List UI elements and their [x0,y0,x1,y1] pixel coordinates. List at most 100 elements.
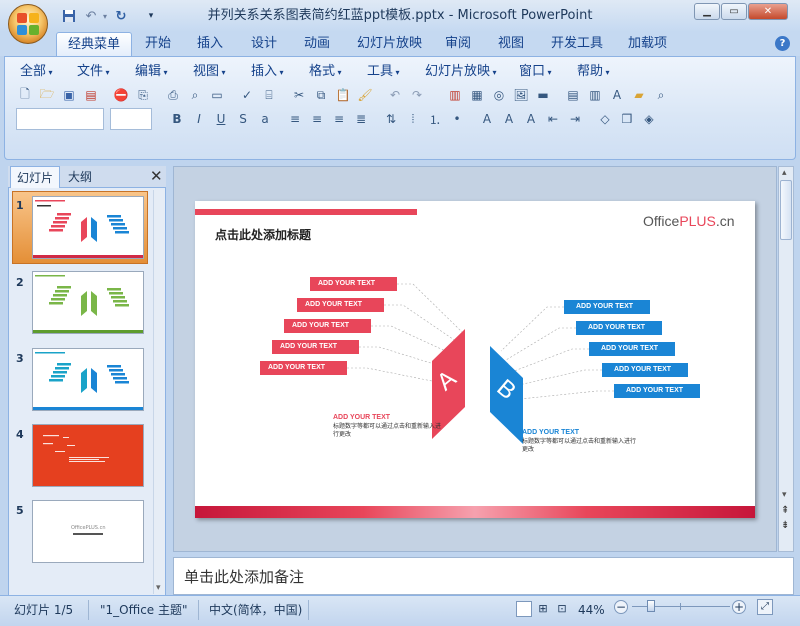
undo-icon[interactable]: ↶ [384,84,406,106]
clip-art-icon[interactable]: 🖼 [510,84,532,106]
zoom-level[interactable]: 44% [578,599,605,621]
slideshow-view-icon[interactable]: ⊡ [554,601,570,617]
left-label-4[interactable]: ADD YOUR TEXT [272,340,359,354]
close-pane-icon[interactable]: ✕ [150,168,164,184]
align-right-icon[interactable]: ≡ [328,108,350,130]
caption-a-body[interactable]: 标题数字等都可以通过点击和重新输入进行更改 [333,423,443,439]
text-box-icon[interactable]: A [606,84,628,106]
page-setup-icon[interactable]: ▭ [206,84,228,106]
language-indicator[interactable]: 中文(简体，中国) [209,599,302,621]
previous-slide-icon[interactable]: ⇞ [781,505,789,516]
insert-table-icon[interactable]: ▦ [466,84,488,106]
tab-view[interactable]: 视图 [487,32,535,56]
tab-slideshow[interactable]: 幻灯片放映 [346,32,433,56]
layout-icon[interactable]: ▥ [584,84,606,106]
tab-addins[interactable]: 加载项 [617,32,678,56]
slide-thumbnail-3[interactable] [32,348,144,411]
menu-all[interactable]: 全部 [20,63,53,81]
char-spacing-icon[interactable]: a [254,108,276,130]
left-label-3[interactable]: ADD YOUR TEXT [284,319,371,333]
menu-help[interactable]: 帮助 [577,63,610,81]
tab-slides[interactable]: 幻灯片 [10,166,61,188]
maximize-button[interactable]: ▭ [721,3,747,20]
format-painter-icon[interactable]: 🖌 [354,84,376,106]
menu-slideshow[interactable]: 幻灯片放映 [425,63,497,81]
numbering-icon[interactable]: ⒈ [424,108,446,130]
caption-a-title[interactable]: ADD YOUR TEXT [333,414,390,421]
font-name-combo[interactable] [16,108,104,130]
font-size-combo[interactable] [110,108,152,130]
redo-icon[interactable]: ↻ [112,7,130,25]
research-icon[interactable]: ⌸ [258,84,280,106]
right-label-5[interactable]: ADD YOUR TEXT [614,384,700,398]
slide-canvas[interactable]: 点击此处添加标题 OfficePLUS.cn A B ADD YOUR TEXT… [195,201,755,518]
permission-icon[interactable]: ⛔ [110,84,132,106]
bullets-icon[interactable]: • [446,108,468,130]
arrange-icon[interactable]: ❒ [616,108,638,130]
scroll-up-arrow-icon[interactable]: ▴ [782,168,787,178]
bold-icon[interactable]: B [166,108,188,130]
shadow-icon[interactable]: S [232,108,254,130]
cut-icon[interactable]: ✂ [288,84,310,106]
tab-review[interactable]: 审阅 [434,32,482,56]
menu-view[interactable]: 视图 [193,63,226,81]
help-icon[interactable]: ? [775,36,790,51]
find-icon[interactable]: ⌕ [650,84,672,106]
font-color-icon[interactable]: A [476,108,498,130]
scrollbar-thumb[interactable] [780,180,792,240]
slide-thumbnail-4[interactable] [32,424,144,487]
text-direction-icon[interactable]: ⇅ [380,108,402,130]
quick-styles-icon[interactable]: ◈ [638,108,660,130]
tab-animations[interactable]: 动画 [293,32,341,56]
menu-edit[interactable]: 编辑 [135,63,168,81]
increase-indent-icon[interactable]: ⇥ [564,108,586,130]
print-icon[interactable]: ⎙ [162,84,184,106]
align-left-icon[interactable]: ≡ [284,108,306,130]
zoom-out-icon[interactable]: − [614,600,628,614]
open-folder-icon[interactable]: 🗁 [36,84,58,106]
insert-picture-icon[interactable]: ◎ [488,84,510,106]
italic-icon[interactable]: I [188,108,210,130]
align-center-icon[interactable]: ≡ [306,108,328,130]
new-document-icon[interactable]: 🗋 [14,84,36,106]
right-label-3[interactable]: ADD YOUR TEXT [589,342,675,356]
fit-to-window-icon[interactable]: ⤢ [757,599,773,615]
notes-placeholder[interactable]: 单击此处添加备注 [184,566,304,587]
scroll-down-arrow-icon[interactable]: ▾ [156,583,161,593]
slide-sorter-view-icon[interactable]: ⊞ [535,601,551,617]
save-icon[interactable] [60,7,78,25]
office-button[interactable] [8,4,48,44]
tab-developer[interactable]: 开发工具 [540,32,614,56]
save-as-pdf-icon[interactable]: ▤ [80,84,102,106]
right-label-4[interactable]: ADD YOUR TEXT [602,363,688,377]
left-label-1[interactable]: ADD YOUR TEXT [310,277,397,291]
zoom-in-icon[interactable]: + [732,600,746,614]
menu-format[interactable]: 格式 [309,63,342,81]
minimize-button[interactable]: ▁ [694,3,720,20]
slides-pane-scrollbar[interactable] [153,190,165,594]
next-slide-icon[interactable]: ⇟ [781,520,789,531]
caption-b-title[interactable]: ADD YOUR TEXT [522,429,579,436]
underline-icon[interactable]: U [210,108,232,130]
tab-classic-menu[interactable]: 经典菜单 [56,32,133,56]
menu-insert[interactable]: 插入 [251,63,284,81]
slide-thumbnail-1[interactable] [32,196,144,259]
save-icon[interactable]: ▣ [58,84,80,106]
grow-font-icon[interactable]: A [498,108,520,130]
shrink-font-icon[interactable]: A [520,108,542,130]
decrease-indent-icon[interactable]: ⇤ [542,108,564,130]
tab-design[interactable]: 设计 [240,32,288,56]
print-preview-icon[interactable]: ⌕ [184,84,206,106]
redo-icon[interactable]: ↷ [406,84,428,106]
attach-icon[interactable]: ⎘ [132,84,154,106]
fill-color-icon[interactable]: ▬ [532,84,554,106]
columns-icon[interactable]: ⦙ [402,108,424,130]
normal-view-icon[interactable] [516,601,532,617]
insert-chart-icon[interactable]: ▥ [444,84,466,106]
tab-outline[interactable]: 大纲 [62,166,98,188]
new-slide-icon[interactable]: ▤ [562,84,584,106]
left-label-2[interactable]: ADD YOUR TEXT [297,298,384,312]
left-label-5[interactable]: ADD YOUR TEXT [260,361,347,375]
paste-icon[interactable]: 📋 [332,84,354,106]
justify-icon[interactable]: ≣ [350,108,372,130]
